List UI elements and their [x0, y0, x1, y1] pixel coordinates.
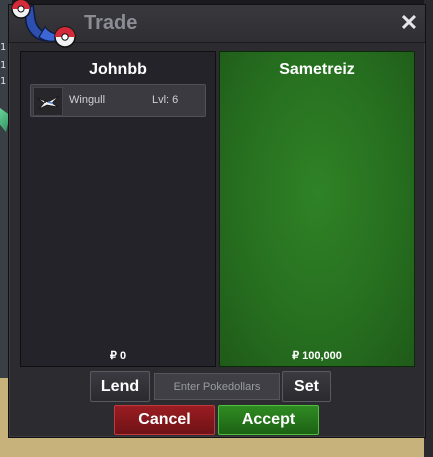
my-player-name: Johnbb	[89, 61, 147, 78]
background-text: 1	[0, 60, 7, 71]
pokedollars-input[interactable]	[154, 373, 280, 400]
trade-window: Trade ✕ Johnbb Wingull Lvl: 6 ₽ 0 Sametr…	[8, 0, 426, 438]
wingull-sprite-icon	[33, 87, 63, 116]
partner-offer-panel: Sametreiz ₽ 100,000	[219, 51, 415, 367]
close-icon[interactable]: ✕	[398, 12, 420, 34]
lend-button[interactable]: Lend	[90, 371, 150, 402]
my-money-amount: ₽ 0	[109, 350, 127, 362]
partner-money-amount: ₽ 100,000	[292, 350, 342, 362]
pokemon-level: Lvl: 6	[152, 94, 179, 106]
accept-button[interactable]: Accept	[218, 405, 319, 435]
cancel-button[interactable]: Cancel	[114, 405, 215, 435]
set-money-button[interactable]: Set	[282, 371, 331, 402]
partner-player-name: Sametreiz	[279, 61, 355, 78]
my-offer-panel: Johnbb Wingull Lvl: 6 ₽ 0	[20, 51, 216, 367]
pokemon-name: Wingull	[69, 94, 106, 106]
window-title: Trade	[84, 12, 138, 34]
background-text: 1	[0, 76, 7, 87]
game-background-ground	[0, 438, 433, 457]
pokemon-logo-icon	[11, 0, 76, 48]
offered-pokemon-item[interactable]: Wingull Lvl: 6	[30, 84, 206, 117]
